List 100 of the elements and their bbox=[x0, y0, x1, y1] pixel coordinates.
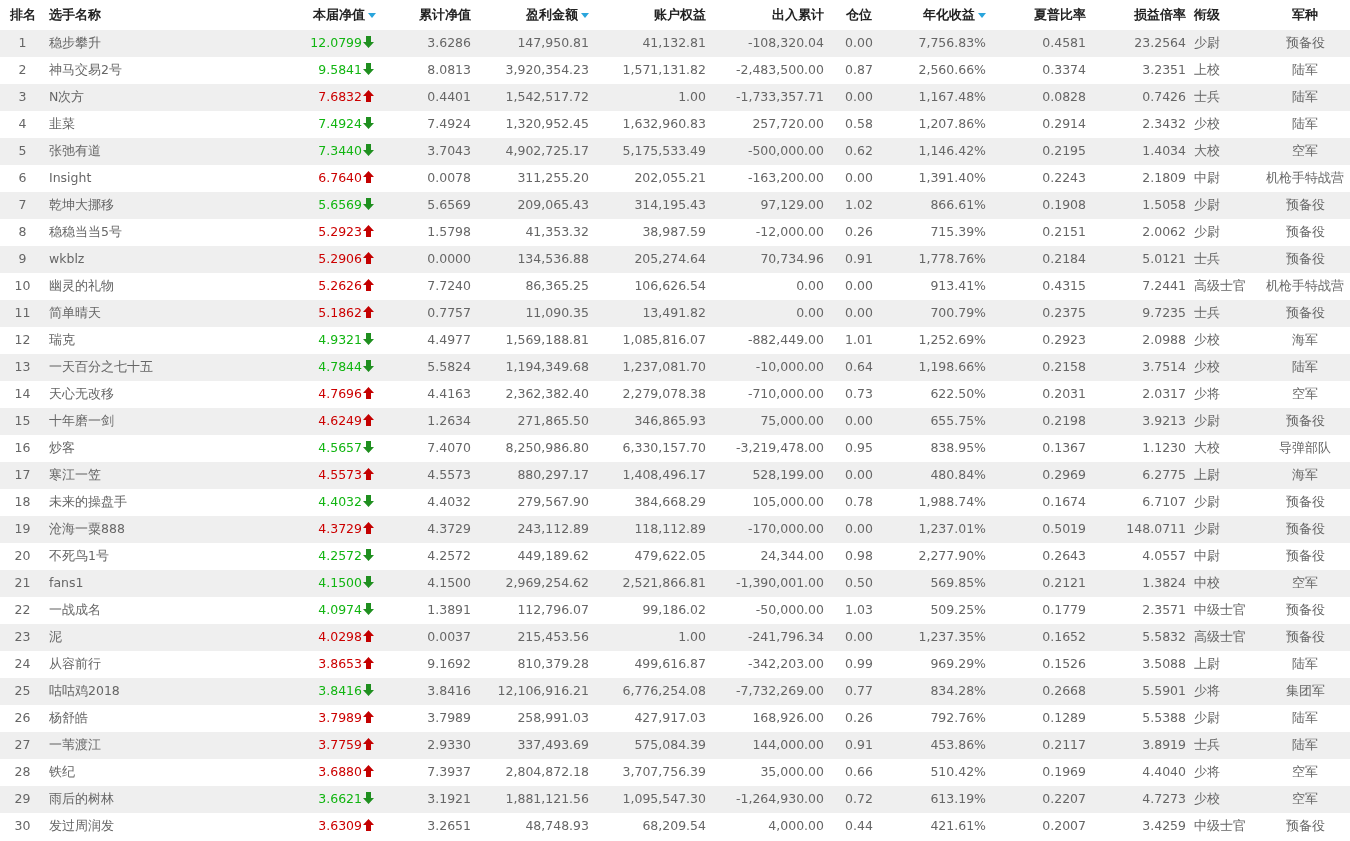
table-cell: 17 bbox=[14, 467, 31, 483]
player-name[interactable]: 韭菜 bbox=[49, 116, 75, 132]
player-name[interactable]: 发过周润发 bbox=[49, 818, 114, 834]
player-name[interactable]: 一战成名 bbox=[49, 602, 101, 618]
down-arrow-icon bbox=[363, 360, 374, 373]
table-cell: 2.9330 bbox=[427, 737, 471, 753]
column-header[interactable]: 选手名称 bbox=[49, 7, 101, 23]
up-arrow-icon bbox=[363, 252, 374, 265]
table-cell: 0.91 bbox=[845, 251, 873, 267]
column-header[interactable]: 排名 bbox=[9, 7, 36, 23]
table-cell: 20 bbox=[14, 548, 31, 564]
sort-icon[interactable] bbox=[368, 13, 376, 19]
table-cell: 4.4163 bbox=[427, 386, 471, 402]
table-cell: 0.1779 bbox=[1042, 602, 1086, 618]
table-cell: 105,000.00 bbox=[752, 494, 824, 510]
column-header[interactable]: 年化收益 bbox=[923, 7, 975, 23]
player-name[interactable]: 泥 bbox=[49, 629, 62, 645]
table-cell: 0.00 bbox=[845, 278, 873, 294]
table-cell: 106,626.54 bbox=[634, 278, 706, 294]
column-header[interactable]: 夏普比率 bbox=[1034, 7, 1086, 23]
sort-icon[interactable] bbox=[581, 13, 589, 19]
table-cell: 13 bbox=[14, 359, 31, 375]
table-cell: 空军 bbox=[1292, 143, 1318, 159]
column-header[interactable]: 账户权益 bbox=[654, 7, 706, 23]
table-cell: -1,390,001.00 bbox=[736, 575, 824, 591]
player-name[interactable]: 杨舒皓 bbox=[49, 710, 88, 726]
column-header[interactable]: 本届净值 bbox=[313, 7, 365, 23]
column-header[interactable]: 衔级 bbox=[1194, 7, 1220, 23]
player-name[interactable]: 炒客 bbox=[49, 440, 75, 456]
table-cell: 0.00 bbox=[796, 278, 824, 294]
player-name[interactable]: 未来的操盘手 bbox=[49, 494, 127, 510]
player-name[interactable]: 瑞克 bbox=[49, 332, 75, 348]
player-name[interactable]: 一苇渡江 bbox=[49, 737, 101, 753]
table-cell: -500,000.00 bbox=[747, 143, 824, 159]
table-cell: 2 bbox=[18, 62, 27, 78]
net-value: 4.7696 bbox=[318, 386, 362, 402]
net-value: 4.0974 bbox=[318, 602, 362, 618]
player-name[interactable]: 乾坤大挪移 bbox=[49, 197, 114, 213]
player-name[interactable]: 寒江一笠 bbox=[49, 467, 101, 483]
table-cell: 6,330,157.70 bbox=[622, 440, 706, 456]
table-cell: 1.00 bbox=[678, 629, 706, 645]
table-cell: 0.2243 bbox=[1042, 170, 1086, 186]
player-name[interactable]: 张弛有道 bbox=[49, 143, 101, 159]
player-name[interactable]: 雨后的树林 bbox=[49, 791, 114, 807]
table-cell: 士兵 bbox=[1194, 737, 1220, 753]
player-name[interactable]: 不死鸟1号 bbox=[49, 548, 109, 564]
table-cell: 528,199.00 bbox=[752, 467, 824, 483]
player-name[interactable]: 稳稳当当5号 bbox=[49, 224, 122, 240]
player-name[interactable]: 一天百分之七十五 bbox=[49, 359, 153, 375]
table-cell: -1,733,357.71 bbox=[736, 89, 824, 105]
table-cell: 1,881,121.56 bbox=[505, 791, 589, 807]
table-cell: 7.7240 bbox=[427, 278, 471, 294]
table-cell: 1,207.86% bbox=[918, 116, 986, 132]
column-header[interactable]: 出入累计 bbox=[772, 7, 824, 23]
table-cell: 0.2643 bbox=[1042, 548, 1086, 564]
table-cell: -170,000.00 bbox=[747, 521, 824, 537]
table-cell: 0.1526 bbox=[1042, 656, 1086, 672]
table-cell: 147,950.81 bbox=[517, 35, 589, 51]
table-cell: 1,778.76% bbox=[918, 251, 986, 267]
column-header[interactable]: 累计净值 bbox=[419, 7, 471, 23]
table-cell: 0.91 bbox=[845, 737, 873, 753]
table-cell: 0.00 bbox=[845, 35, 873, 51]
player-name[interactable]: N次方 bbox=[49, 89, 85, 105]
player-name[interactable]: fans1 bbox=[49, 575, 84, 591]
player-name[interactable]: 铁纪 bbox=[49, 764, 75, 780]
player-name[interactable]: 咕咕鸡2018 bbox=[49, 683, 120, 699]
down-arrow-icon bbox=[363, 684, 374, 697]
table-cell: 0.2031 bbox=[1042, 386, 1086, 402]
player-name[interactable]: wkblz bbox=[49, 251, 85, 267]
up-arrow-icon bbox=[363, 90, 374, 103]
table-cell: 75,000.00 bbox=[760, 413, 824, 429]
player-name[interactable]: 幽灵的礼物 bbox=[49, 278, 114, 294]
player-name[interactable]: 简单晴天 bbox=[49, 305, 101, 321]
player-name[interactable]: 十年磨一剑 bbox=[49, 413, 114, 429]
table-cell: 1.5798 bbox=[427, 224, 471, 240]
player-name[interactable]: 沧海一粟888 bbox=[49, 521, 125, 537]
column-header[interactable]: 仓位 bbox=[846, 7, 872, 23]
table-cell: 士兵 bbox=[1194, 251, 1220, 267]
table-cell: 预备役 bbox=[1285, 251, 1325, 267]
player-name[interactable]: 天心无改移 bbox=[49, 386, 114, 402]
player-name[interactable]: 从容前行 bbox=[49, 656, 101, 672]
player-name[interactable]: 神马交易2号 bbox=[49, 62, 122, 78]
table-cell: 空军 bbox=[1292, 386, 1318, 402]
column-header[interactable]: 军种 bbox=[1292, 7, 1318, 23]
table-cell: 18 bbox=[14, 494, 31, 510]
player-name[interactable]: 稳步攀升 bbox=[49, 35, 101, 51]
up-arrow-icon bbox=[363, 657, 374, 670]
player-name[interactable]: Insight bbox=[49, 170, 92, 186]
table-cell: 1.2634 bbox=[427, 413, 471, 429]
table-cell: 4,000.00 bbox=[768, 818, 824, 834]
column-header[interactable]: 盈利金额 bbox=[526, 7, 578, 23]
table-cell: 0.62 bbox=[845, 143, 873, 159]
table-cell: 866.61% bbox=[930, 197, 986, 213]
column-header[interactable]: 损益倍率 bbox=[1134, 7, 1186, 23]
table-cell: 3.9213 bbox=[1142, 413, 1186, 429]
table-cell: 1,237,081.70 bbox=[622, 359, 706, 375]
down-arrow-icon bbox=[363, 576, 374, 589]
sort-icon[interactable] bbox=[978, 13, 986, 19]
table-cell: 2,804,872.18 bbox=[505, 764, 589, 780]
table-cell: 中级士官 bbox=[1194, 602, 1246, 618]
